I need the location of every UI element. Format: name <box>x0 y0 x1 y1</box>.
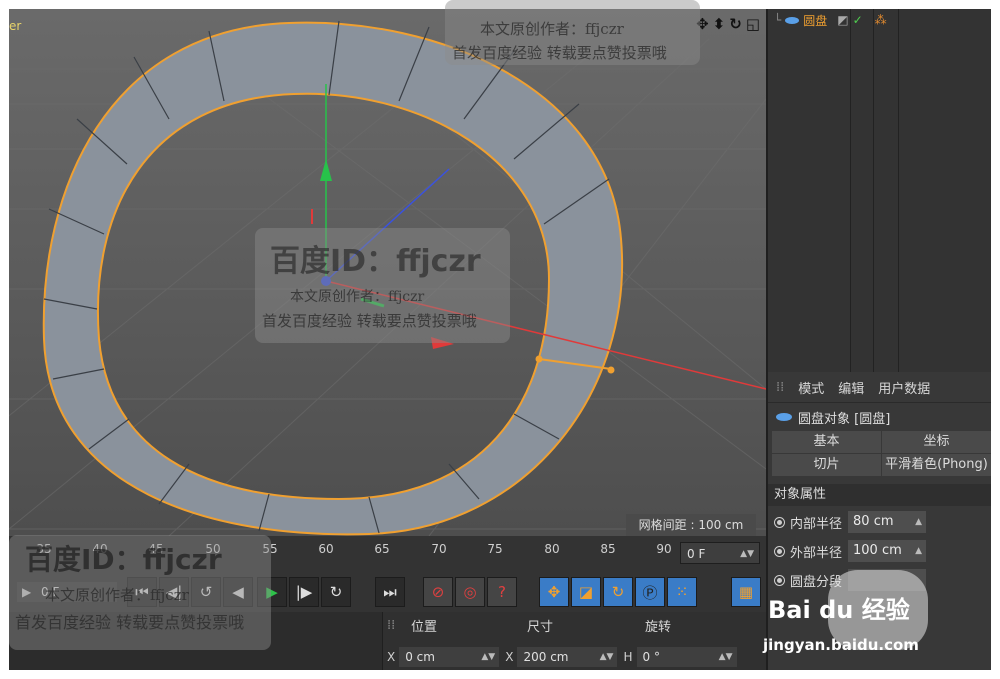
key-rotation-button[interactable]: ↻ <box>603 577 633 607</box>
menu-mode[interactable]: 模式 <box>798 378 824 397</box>
go-to-end-icon: ⏭ <box>383 583 397 601</box>
go-to-end-button[interactable]: ⏭ <box>375 577 405 607</box>
watermark-center-id: 百度ID：ffjczr <box>270 244 481 279</box>
grid-spacing-label: 网格间距 : 100 cm <box>626 514 756 536</box>
object-name[interactable]: 圆盘 <box>803 12 827 29</box>
current-frame-field[interactable]: 0 F ▲▼ <box>680 542 760 564</box>
disc-object-icon <box>785 16 800 24</box>
tick-label: 65 <box>374 542 390 556</box>
timeline-window-button[interactable]: ▦ <box>731 577 761 607</box>
tree-branch-icon: └ <box>774 13 782 27</box>
attribute-tabs: 基本 坐标 切片 平滑着色(Phong) <box>772 431 991 476</box>
property-inner-radius: 内部半径 80 cm▲▼ <box>768 509 991 549</box>
inner-radius-label: 内部半径 <box>790 516 843 532</box>
scale-key-icon: ◪ <box>578 583 594 601</box>
menu-edit[interactable]: 编辑 <box>838 378 864 397</box>
baidu-jingyan-logo: Bai du 经验 jingyan.baidu.com <box>763 570 948 660</box>
visibility-check-icon[interactable]: ✓ <box>853 13 863 27</box>
key-scale-button[interactable]: ◪ <box>571 577 601 607</box>
property-outer-radius: 外部半径 100 cm▲▼ <box>768 538 991 578</box>
tick-label: 60 <box>318 542 334 556</box>
object-row-disc[interactable]: └ 圆盘 ◩ ✓ ⁂ <box>774 11 887 29</box>
autokey-icon: ◎ <box>463 583 477 601</box>
position-x-field[interactable]: 0 cm ▲▼ <box>399 647 500 667</box>
tick-label: 75 <box>487 542 503 556</box>
grid-dots-icon: ⁙ <box>675 583 689 601</box>
logo-url: jingyan.baidu.com <box>763 636 919 654</box>
section-object-properties: 对象属性 <box>768 484 991 506</box>
next-frame-button[interactable]: |▶ <box>289 577 319 607</box>
dolly-icon[interactable]: ⬍ <box>713 15 726 33</box>
disc-object-icon <box>776 413 792 421</box>
animate-radio-icon[interactable] <box>774 516 785 528</box>
watermark-top-note: 首发百度经验 转载要点赞投票哦 <box>452 44 667 62</box>
autokey-button[interactable]: ◎ <box>455 577 485 607</box>
axis-label: X <box>505 650 514 664</box>
header-size: 尺寸 <box>527 619 554 635</box>
film-icon: ▦ <box>738 583 754 601</box>
key-position-button[interactable]: ✥ <box>539 577 569 607</box>
tab-slice[interactable]: 切片 <box>772 454 881 476</box>
axis-label: X <box>387 650 396 664</box>
question-icon: ? <box>498 583 506 601</box>
spinner-icon: ▲▼ <box>740 549 754 559</box>
move-key-icon: ✥ <box>547 583 561 601</box>
next-frame-icon: |▶ <box>295 583 313 601</box>
loop-icon: ↻ <box>329 583 343 601</box>
rotate-view-icon[interactable]: ↻ <box>729 15 742 33</box>
watermark-bottom-id: 百度ID：ffjczr <box>25 543 222 576</box>
attribute-object-title: 圆盘对象 [圆盘] <box>768 403 991 431</box>
key-pla-button[interactable]: ⁙ <box>667 577 697 607</box>
outer-radius-field[interactable]: 100 cm▲▼ <box>848 540 927 578</box>
watermark-bottom-author: 本文原创作者：ffjczr <box>45 586 189 604</box>
animate-radio-icon[interactable] <box>774 574 785 586</box>
rotate-key-icon: ↻ <box>611 583 625 601</box>
rotation-h-field[interactable]: 0 ° ▲▼ <box>636 647 737 667</box>
inner-radius-field[interactable]: 80 cm▲▼ <box>848 511 927 549</box>
header-position: 位置 <box>411 619 438 635</box>
tab-coordinates[interactable]: 坐标 <box>882 431 991 453</box>
loop-button[interactable]: ↻ <box>321 577 351 607</box>
tick-label: 85 <box>600 542 616 556</box>
logo-wordmark: Bai du 经验 <box>768 596 910 624</box>
coordinate-row-x: X 0 cm ▲▼ X 200 cm ▲▼ H 0 ° ▲▼ <box>387 646 766 668</box>
spinner-icon: ▲▼ <box>718 652 733 662</box>
object-manager: └ 圆盘 ◩ ✓ ⁂ <box>766 9 991 372</box>
attribute-menu: ⁞⁞ 模式 编辑 用户数据 <box>768 372 991 403</box>
coordinate-headers: ⁞⁞ 位置 尺寸 旋转 <box>387 612 766 638</box>
tick-label: 70 <box>431 542 447 556</box>
tick-label: 80 <box>544 542 560 556</box>
keyframe-selection-button[interactable]: ? <box>487 577 517 607</box>
tab-phong[interactable]: 平滑着色(Phong) <box>882 454 991 476</box>
spinner-icon: ▲▼ <box>599 652 614 662</box>
animate-radio-icon[interactable] <box>774 545 785 557</box>
viewport-title: er <box>9 19 22 33</box>
param-icon: Ⓟ <box>642 583 658 602</box>
outer-radius-handle[interactable] <box>607 366 615 374</box>
watermark-center-author: 本文原创作者：ffjczr <box>290 289 425 305</box>
object-title-text: 圆盘对象 [圆盘] <box>798 411 891 427</box>
watermark-bottom-note: 首发百度经验 转载要点赞投票哦 <box>15 613 245 632</box>
menu-user-data[interactable]: 用户数据 <box>878 378 930 397</box>
viewport-nav-icons: ✥ ⬍ ↻ ◱ <box>696 15 760 33</box>
watermark-top-author: 本文原创作者：ffjczr <box>480 20 624 38</box>
grip-icon[interactable]: ⁞⁞ <box>776 380 784 395</box>
tick-label: 90 <box>656 542 672 556</box>
layer-icon[interactable]: ◩ <box>837 13 848 27</box>
spinner-icon: ▲▼ <box>481 652 496 662</box>
tab-basic[interactable]: 基本 <box>772 431 881 453</box>
key-icon: ⊘ <box>431 583 445 601</box>
header-rotation: 旋转 <box>645 619 672 635</box>
inner-radius-handle[interactable] <box>535 355 543 363</box>
axis-label: H <box>623 650 633 664</box>
size-x-field[interactable]: 200 cm ▲▼ <box>517 647 618 667</box>
grip-icon: ⁞⁞ <box>387 617 396 633</box>
watermark-center-note: 首发百度经验 转载要点赞投票哦 <box>262 312 477 330</box>
maximize-view-icon[interactable]: ◱ <box>746 15 760 33</box>
outer-radius-label: 外部半径 <box>790 545 843 561</box>
record-keys-button[interactable]: ⊘ <box>423 577 453 607</box>
key-param-button[interactable]: Ⓟ <box>635 577 665 607</box>
tag-icon[interactable]: ⁂ <box>875 13 887 27</box>
